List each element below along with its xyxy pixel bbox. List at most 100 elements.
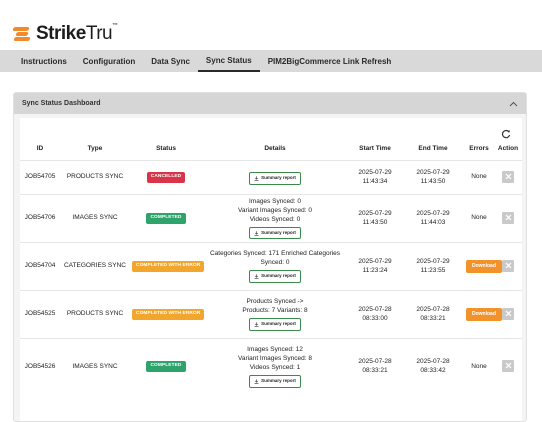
cell-type: PRODUCTS SYNC <box>60 289 130 338</box>
download-icon <box>254 322 259 327</box>
close-icon[interactable] <box>502 259 514 272</box>
cell-status: COMPLETED <box>130 337 202 394</box>
summary-report-button[interactable]: Summary report <box>249 318 301 331</box>
table-row: JOB54526 IMAGES SYNC COMPLETED Images Synce… <box>20 337 522 394</box>
panel-header[interactable]: Sync Status Dashboard <box>14 93 526 114</box>
cell-end-time: 2025-07-28 08:33:42 <box>402 337 464 394</box>
cell-errors: None <box>464 193 494 242</box>
cell-status: COMPLETED WITH ERROR <box>130 289 205 338</box>
cell-errors: None <box>464 159 494 194</box>
summary-report-button[interactable]: Summary report <box>249 270 301 283</box>
end-clock: 11:44:03 <box>420 219 446 226</box>
cell-start-time: 2025-07-29 11:43:50 <box>348 193 402 242</box>
details-line: Videos Synced: 0 <box>249 215 301 223</box>
cell-errors: None <box>464 337 494 394</box>
header-start-time: Start Time <box>359 145 391 153</box>
sync-status-card: ID Type Status Details Start Time End Ti… <box>20 118 522 421</box>
details-line: Videos Synced: 1 <box>249 364 301 372</box>
summary-report-button[interactable]: Summary report <box>249 172 301 185</box>
cell-type: PRODUCTS SYNC <box>60 159 130 194</box>
header-id: ID <box>36 145 44 153</box>
close-icon[interactable] <box>502 307 514 320</box>
tab-link-refresh[interactable]: PIM2BigCommerce Link Refresh <box>260 50 400 72</box>
cell-details: Products Synced -> Products: 7 Variants: … <box>202 289 348 338</box>
cell-id: JOB54706 <box>20 193 60 242</box>
status-badge: COMPLETED WITH ERROR <box>132 309 205 320</box>
brand-trademark: ™ <box>112 23 118 29</box>
cell-status: COMPLETED <box>130 193 202 242</box>
cell-start-time: 2025-07-28 08:33:21 <box>348 337 402 394</box>
details-line: Products Synced -> <box>246 298 304 306</box>
close-icon[interactable] <box>502 211 514 224</box>
summary-report-button[interactable]: Summary report <box>249 226 301 240</box>
cell-id: JOB54525 <box>20 289 60 338</box>
details-line: Categories Synced: 171 Enriched Categori… <box>209 250 341 258</box>
details-line: Products: 7 Variants: 8 <box>242 307 308 315</box>
header-action: Action <box>497 145 519 153</box>
cell-details: Summary report <box>202 159 348 194</box>
cell-type: IMAGES SYNC <box>60 337 130 394</box>
start-clock: 11:43:50 <box>362 219 388 226</box>
summary-report-label: Summary report <box>261 273 296 279</box>
summary-report-label: Summary report <box>261 175 296 181</box>
cell-type: CATEGORIES SYNC <box>60 241 130 290</box>
brand-name: StrikeTru™ <box>36 23 118 45</box>
details-line: Images Synced: 12 <box>247 345 303 353</box>
cell-end-time: 2025-07-29 11:43:50 <box>402 159 464 194</box>
end-date: 2025-07-28 <box>416 358 450 366</box>
table-row: JOB54705 PRODUCTS SYNC CANCELLED Summary re… <box>20 159 522 194</box>
end-date: 2025-07-28 <box>416 305 450 313</box>
cell-action <box>494 337 522 394</box>
close-icon[interactable] <box>502 359 514 372</box>
start-date: 2025-07-29 <box>358 168 392 176</box>
details-line: Variant Images Synced: 0 <box>238 206 312 214</box>
strike-logo-icon <box>12 24 33 44</box>
summary-report-label: Summary report <box>261 229 296 235</box>
header-details: Details <box>264 145 286 153</box>
cell-action <box>494 193 522 242</box>
details-line: Variant Images Synced: 8 <box>238 355 312 363</box>
tab-instructions[interactable]: Instructions <box>13 50 75 72</box>
errors-value: None <box>471 214 487 222</box>
tab-sync-status[interactable]: Sync Status <box>197 50 260 72</box>
cell-start-time: 2025-07-29 11:43:34 <box>348 159 402 194</box>
status-badge: CANCELLED <box>146 172 186 183</box>
download-errors-button[interactable]: Download <box>466 259 502 273</box>
start-clock: 11:43:34 <box>362 178 388 185</box>
header-status: Status <box>156 145 176 153</box>
header-end-time: End Time <box>418 145 448 153</box>
end-date: 2025-07-29 <box>416 209 450 217</box>
end-clock: 08:33:42 <box>420 367 446 375</box>
cell-status: CANCELLED <box>130 159 202 194</box>
header-errors: Errors <box>469 145 489 153</box>
tab-data-sync[interactable]: Data Sync <box>143 50 198 72</box>
cell-details: Images Synced: 12 Variant Images Synced: … <box>202 337 348 394</box>
brand-name-bold: Strike <box>36 23 86 44</box>
chevron-up-icon[interactable] <box>508 99 518 109</box>
refresh-icon[interactable] <box>501 126 511 139</box>
start-date: 2025-07-29 <box>358 209 392 217</box>
cell-start-time: 2025-07-28 08:33:00 <box>348 289 402 338</box>
details-line: Images Synced: 0 <box>248 197 302 205</box>
close-icon[interactable] <box>502 170 514 183</box>
end-clock: 08:33:21 <box>420 315 446 322</box>
cell-details: Images Synced: 0 Variant Images Synced: 0… <box>202 193 348 242</box>
start-date: 2025-07-28 <box>358 305 392 313</box>
tab-configuration[interactable]: Configuration <box>75 50 143 72</box>
table-row: JOB54525 PRODUCTS SYNC COMPLETED WITH ERRO… <box>20 289 522 338</box>
status-badge: COMPLETED <box>146 213 186 224</box>
download-errors-button[interactable]: Download <box>466 307 502 321</box>
errors-value: None <box>471 173 487 181</box>
end-clock: 11:23:55 <box>420 267 446 274</box>
details-line: Synced: 0 <box>260 259 290 267</box>
status-badge: COMPLETED WITH ERROR <box>132 261 205 272</box>
start-clock: 08:33:21 <box>362 367 388 375</box>
start-clock: 11:23:24 <box>362 267 388 274</box>
start-date: 2025-07-29 <box>358 257 392 265</box>
table-row: JOB54704 CATEGORIES SYNC COMPLETED WITH ER… <box>20 241 522 290</box>
cell-errors: Download <box>464 289 502 338</box>
sync-status-panel: Sync Status Dashboard ID Type Status Det <box>13 92 527 422</box>
cell-errors: Download <box>464 241 502 290</box>
errors-value: None <box>471 362 487 370</box>
summary-report-button[interactable]: Summary report <box>249 375 301 388</box>
